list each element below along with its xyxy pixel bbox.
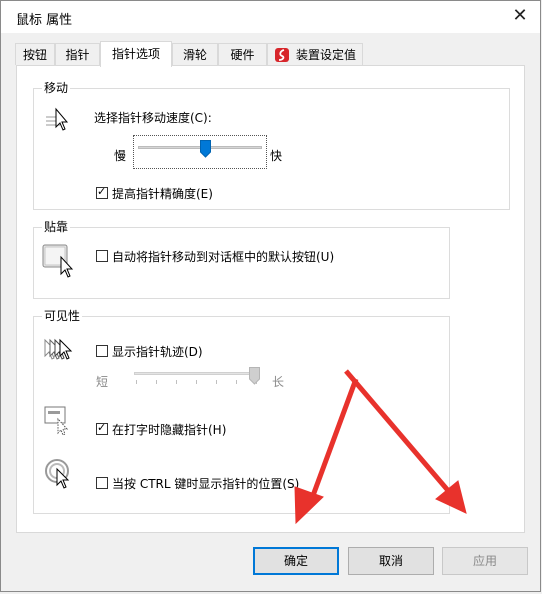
visibility-group-label: 可见性 xyxy=(42,308,83,324)
hide-while-typing-icon xyxy=(44,406,69,436)
pointer-trails-label: 显示指针轨迹(D) xyxy=(112,345,203,359)
tab-device-settings[interactable]: 装置设定值 xyxy=(267,43,363,65)
tab-pointers[interactable]: 指针 xyxy=(55,43,100,65)
speed-slider-thumb[interactable] xyxy=(200,140,212,158)
trail-slider-thumb[interactable] xyxy=(249,367,260,385)
apply-button[interactable]: 应用 xyxy=(442,547,528,575)
tab-label: 指针 xyxy=(65,48,90,62)
hide-while-typing-label: 在打字时隐藏指针(H) xyxy=(112,423,227,437)
tab-hardware[interactable]: 硬件 xyxy=(218,43,267,65)
pointer-speed-icon xyxy=(46,107,69,131)
hide-while-typing-checkbox[interactable] xyxy=(96,421,108,435)
show-location-icon xyxy=(45,459,70,489)
synaptics-icon xyxy=(275,48,289,62)
tab-panel: 移动 选择指针移动速度(C): 慢 快 提高指针精确度(E) 贴靠 xyxy=(16,65,525,533)
title-bar: 鼠标 属性 ✕ xyxy=(1,1,540,33)
tab-label: 装置设定值 xyxy=(296,48,357,62)
pointer-trails-icon xyxy=(44,338,73,360)
snap-to-checkbox[interactable] xyxy=(96,250,108,262)
fast-label: 快 xyxy=(270,149,283,163)
mouse-properties-dialog: 鼠标 属性 ✕ 按钮 指针 指针选项 滑轮 硬件 装置设定值 移动 选择指针移动… xyxy=(0,0,541,592)
speed-label: 选择指针移动速度(C): xyxy=(94,111,212,125)
visibility-group: 可见性 显示指针轨迹(D) 短 长 ✓ 在打字时隐藏指针(H) 当按 CTRL … xyxy=(33,308,450,514)
tab-wheel[interactable]: 滑轮 xyxy=(172,43,218,65)
window-title: 鼠标 属性 xyxy=(16,13,73,28)
trail-length-slider[interactable] xyxy=(132,367,264,389)
snap-group-label: 贴靠 xyxy=(42,219,71,235)
show-location-checkbox[interactable] xyxy=(96,477,108,489)
long-label: 长 xyxy=(272,375,285,389)
show-location-label: 当按 CTRL 键时显示指针的位置(S) xyxy=(112,477,300,491)
ok-button[interactable]: 确定 xyxy=(253,547,339,575)
slider-tick xyxy=(156,380,157,384)
slow-label: 慢 xyxy=(114,149,127,163)
slider-tick xyxy=(136,380,137,384)
short-label: 短 xyxy=(96,375,109,389)
tab-label: 硬件 xyxy=(230,48,255,62)
motion-group: 移动 选择指针移动速度(C): 慢 快 提高指针精确度(E) xyxy=(33,80,510,210)
slider-tick xyxy=(216,380,217,384)
snap-group: 贴靠 自动将指针移动到对话框中的默认按钮(U) xyxy=(33,219,450,299)
slider-tick xyxy=(236,380,237,384)
pointer-trails-checkbox[interactable] xyxy=(96,345,108,357)
close-icon[interactable]: ✕ xyxy=(506,3,534,29)
tab-label: 按钮 xyxy=(22,48,47,62)
tab-pointer-options[interactable]: 指针选项 xyxy=(100,41,172,67)
pointer-speed-slider[interactable] xyxy=(133,135,267,169)
slider-tick xyxy=(176,380,177,384)
precision-checkbox[interactable] xyxy=(96,185,108,199)
motion-group-label: 移动 xyxy=(42,80,71,96)
tab-label: 滑轮 xyxy=(182,48,207,62)
precision-label: 提高指针精确度(E) xyxy=(112,187,213,201)
tab-label: 指针选项 xyxy=(111,47,160,61)
snap-to-button-icon xyxy=(42,244,74,278)
cancel-button[interactable]: 取消 xyxy=(348,547,434,575)
tab-buttons[interactable]: 按钮 xyxy=(15,43,55,65)
slider-tick xyxy=(196,380,197,384)
trail-slider-track xyxy=(134,372,260,375)
snap-to-label: 自动将指针移动到对话框中的默认按钮(U) xyxy=(112,250,335,264)
